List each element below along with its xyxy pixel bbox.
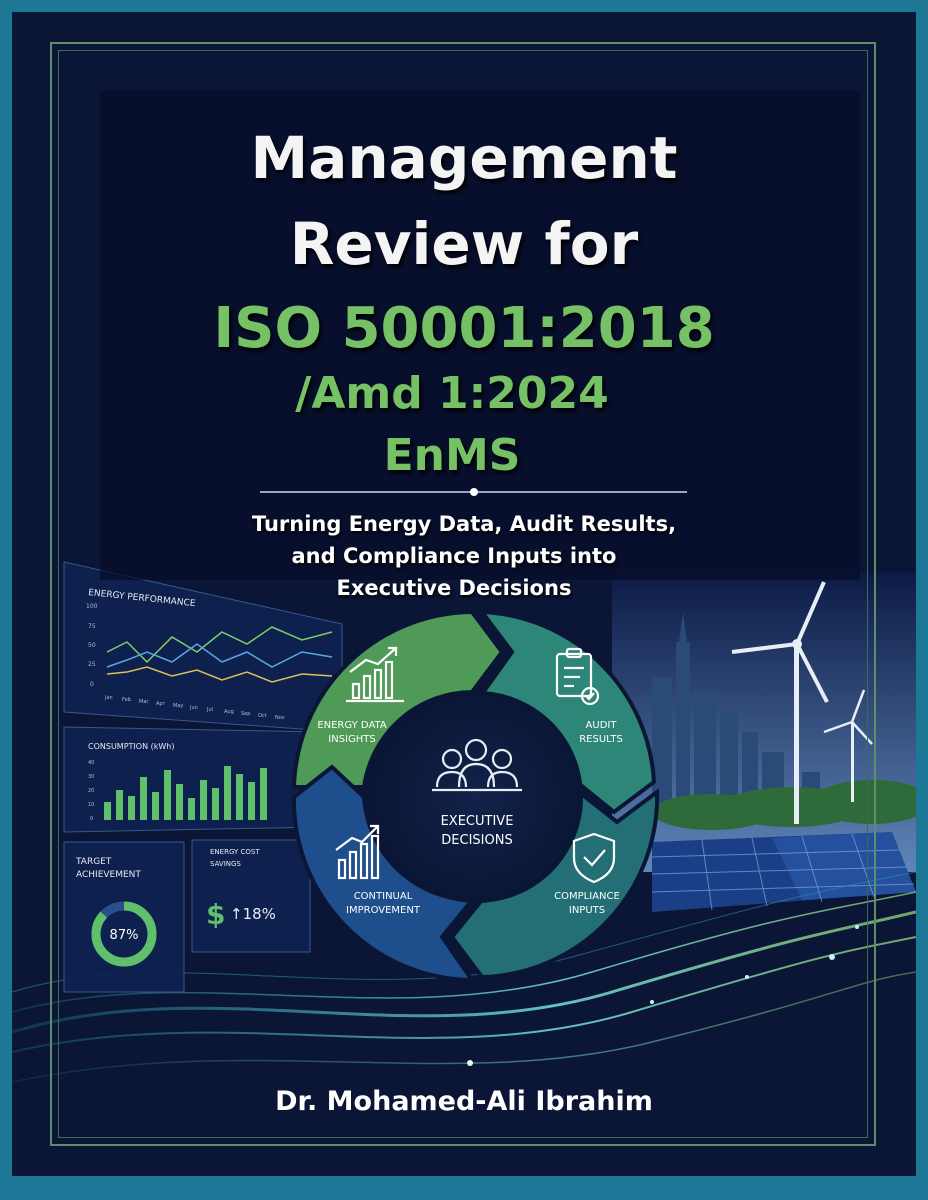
center-label: DECISIONS bbox=[441, 833, 512, 848]
title-line-2: Review for bbox=[289, 210, 639, 278]
subtitle-line-3: Executive Decisions bbox=[336, 576, 572, 600]
title-divider bbox=[260, 488, 687, 496]
title-line-5: EnMS bbox=[383, 430, 521, 481]
title-line-3: ISO 50001:2018 bbox=[213, 296, 715, 361]
author-divider bbox=[292, 1060, 647, 1066]
center-label: EXECUTIVE bbox=[441, 814, 514, 829]
segment-label: COMPLIANCE bbox=[554, 891, 620, 902]
segment-label: CONTINUAL bbox=[354, 891, 413, 902]
segment-label: RESULTS bbox=[579, 734, 623, 745]
book-cover: ENERGY PERFORMANCE 100 75 50 25 0 Jan Fe… bbox=[12, 12, 916, 1176]
title-line-1: Management bbox=[250, 124, 678, 192]
segment-label: ENERGY DATA bbox=[317, 720, 387, 731]
segment-label: INPUTS bbox=[569, 905, 605, 916]
subtitle-line-2: and Compliance Inputs into bbox=[291, 544, 617, 568]
cycle-center bbox=[371, 691, 583, 903]
segment-label: INSIGHTS bbox=[328, 734, 375, 745]
segment-label: AUDIT bbox=[586, 720, 618, 731]
segment-label: IMPROVEMENT bbox=[346, 905, 421, 916]
author-name: Dr. Mohamed-Ali Ibrahim bbox=[275, 1086, 653, 1117]
subtitle-line-1: Turning Energy Data, Audit Results, bbox=[251, 512, 677, 536]
title-line-4: /Amd 1:2024 bbox=[295, 368, 609, 419]
